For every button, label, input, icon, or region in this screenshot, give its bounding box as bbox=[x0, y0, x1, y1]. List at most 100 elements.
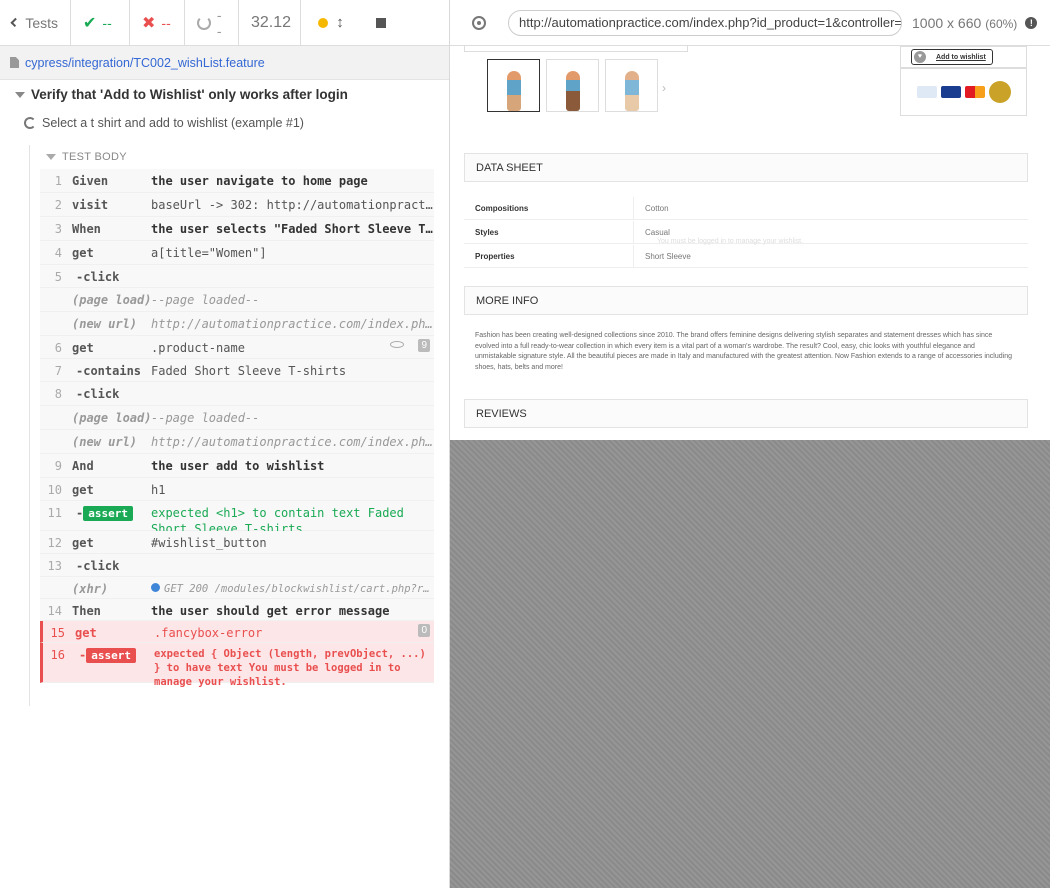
gherkin-step-row[interactable]: 14 Then the user should get error message bbox=[40, 599, 434, 621]
element-count-badge: 0 bbox=[418, 624, 430, 637]
datasheet-value: Cotton bbox=[645, 203, 669, 213]
stop-button[interactable] bbox=[361, 17, 401, 28]
command-row[interactable]: 10 get h1 bbox=[40, 478, 434, 501]
command-row[interactable]: 5 -click bbox=[40, 265, 434, 288]
command-name: (page load) bbox=[72, 411, 152, 425]
aut-panel: http://automationpractice.com/index.php?… bbox=[450, 0, 1050, 888]
tests-label: Tests bbox=[25, 14, 58, 31]
test-title-text: Select a t shirt and add to wishlist (ex… bbox=[42, 116, 304, 130]
status-dot-icon bbox=[318, 17, 329, 28]
command-name: Given bbox=[72, 174, 109, 188]
command-name: - assert bbox=[68, 505, 148, 521]
assert-badge: assert bbox=[83, 506, 133, 521]
command-message: the user add to wishlist bbox=[151, 459, 325, 473]
eye-hidden-icon bbox=[390, 341, 404, 348]
test-body-label: TEST BODY bbox=[62, 151, 127, 163]
autoscroll-toggle[interactable]: ↕ bbox=[301, 0, 361, 46]
command-number: 6 bbox=[54, 341, 62, 355]
check-icon: ✔ bbox=[83, 14, 97, 32]
spec-path-text: cypress/integration/TC002_wishList.featu… bbox=[25, 55, 265, 70]
command-number: 13 bbox=[47, 559, 62, 573]
viewport-scale: (60%) bbox=[985, 16, 1018, 31]
command-log-panel: Tests ✔ -- ✖ -- -- 32.12 ↕ cypress/integ… bbox=[0, 0, 450, 888]
pending-count: -- bbox=[216, 6, 222, 39]
info-icon[interactable]: ! bbox=[1025, 16, 1038, 29]
command-event-row[interactable]: (new url) http://automationpractice.com/i… bbox=[40, 312, 434, 336]
command-message: a[title="Women"] bbox=[151, 246, 267, 260]
moreinfo-header: MORE INFO bbox=[464, 286, 1028, 315]
command-message: the user navigate to home page bbox=[151, 174, 368, 188]
command-event-row[interactable]: (xhr) GET 200 /modules/blockwishlist/cart… bbox=[40, 577, 434, 599]
tests-button[interactable]: Tests bbox=[0, 0, 71, 46]
command-message: Faded Short Sleeve T-shirts bbox=[151, 364, 347, 378]
command-name: -click bbox=[76, 270, 120, 284]
command-name: (new url) bbox=[72, 435, 138, 449]
command-name: When bbox=[72, 222, 101, 236]
reviews-title: REVIEWS bbox=[476, 407, 527, 420]
test-body-header[interactable]: TEST BODY bbox=[46, 151, 127, 163]
command-message: #wishlist_button bbox=[151, 536, 267, 550]
paypal-icon bbox=[916, 86, 937, 98]
command-name: And bbox=[72, 459, 94, 473]
command-row[interactable]: 11- assert expected <h1> to contain text F… bbox=[40, 501, 434, 536]
url-field[interactable]: http://automationpractice.com/index.php?… bbox=[508, 9, 902, 36]
command-message: the user should get error message bbox=[151, 604, 390, 618]
visa-icon bbox=[940, 86, 961, 98]
caret-down-icon bbox=[15, 91, 25, 98]
next-arrow-icon[interactable]: › bbox=[662, 81, 666, 95]
stop-icon bbox=[376, 17, 386, 28]
url-text: http://automationpractice.com/index.php?… bbox=[519, 15, 902, 30]
viewport-info: 1000 x 660 (60%) bbox=[912, 15, 1017, 31]
thumbnail[interactable] bbox=[487, 59, 540, 112]
add-to-wishlist-button[interactable]: ♥ Add to wishlist bbox=[911, 49, 993, 65]
command-number: 3 bbox=[54, 222, 62, 236]
thumbnail[interactable] bbox=[605, 59, 658, 112]
arrows-vertical-icon: ↕ bbox=[336, 14, 344, 31]
command-row[interactable]: 8 -click bbox=[40, 382, 434, 406]
command-event-row[interactable]: (new url) http://automationpractice.com/i… bbox=[40, 430, 434, 454]
gherkin-step-row[interactable]: 3 When the user selects "Faded Short Sleev… bbox=[40, 217, 434, 241]
command-row[interactable]: 2 visit baseUrl -> 302: http://automationp… bbox=[40, 193, 434, 217]
command-message: expected { Object (length, prevObject, .… bbox=[154, 648, 426, 688]
command-row[interactable]: 4 get a[title="Women"] bbox=[40, 241, 434, 265]
selector-playground-icon[interactable] bbox=[472, 15, 486, 30]
caret-down-icon bbox=[46, 154, 56, 160]
gherkin-step-row[interactable]: 9 And the user add to wishlist bbox=[40, 454, 434, 478]
element-count-badge: 9 bbox=[418, 339, 430, 352]
datasheet-row: Properties Short Sleeve bbox=[464, 245, 1028, 268]
command-message: .fancybox-error bbox=[154, 626, 263, 640]
command-number: 2 bbox=[54, 198, 62, 212]
heart-icon: ♥ bbox=[914, 51, 926, 63]
command-row[interactable]: 7 -contains Faded Short Sleeve T-shirts bbox=[40, 359, 434, 382]
command-event-row[interactable]: (page load) --page loaded-- bbox=[40, 288, 434, 312]
command-name: -click bbox=[76, 387, 120, 401]
command-message: h1 bbox=[151, 483, 166, 497]
datasheet-header: DATA SHEET bbox=[464, 153, 1028, 182]
spec-file-path[interactable]: cypress/integration/TC002_wishList.featu… bbox=[0, 46, 449, 80]
command-row[interactable]: 16- assert expected { Object (length, prev… bbox=[40, 643, 434, 688]
secure-seal-icon bbox=[988, 81, 1011, 103]
product-image bbox=[624, 71, 639, 111]
moreinfo-title: MORE INFO bbox=[476, 294, 539, 307]
command-name: visit bbox=[72, 198, 109, 212]
command-message: http://automationpractice.com/index.php?… bbox=[151, 317, 434, 331]
command-number: 1 bbox=[54, 174, 62, 188]
command-event-row[interactable]: (page load) --page loaded-- bbox=[40, 406, 434, 430]
command-name: get bbox=[72, 483, 94, 497]
gherkin-step-row[interactable]: 1 Given the user navigate to home page bbox=[40, 169, 434, 193]
reviews-header: REVIEWS bbox=[464, 399, 1028, 428]
command-row[interactable]: 13 -click bbox=[40, 554, 434, 577]
command-number: 8 bbox=[54, 387, 62, 401]
thumbnail[interactable] bbox=[546, 59, 599, 112]
command-name: (page load) bbox=[72, 293, 152, 307]
command-message: --page loaded-- bbox=[151, 411, 260, 425]
command-row[interactable]: 6 get .product-name 9 bbox=[40, 336, 434, 359]
suite-title-text: Verify that 'Add to Wishlist' only works… bbox=[31, 87, 348, 102]
test-title[interactable]: Select a t shirt and add to wishlist (ex… bbox=[24, 116, 304, 130]
command-row[interactable]: 12 get #wishlist_button bbox=[40, 531, 434, 554]
wishlist-label: Add to wishlist bbox=[936, 53, 986, 61]
suite-title[interactable]: Verify that 'Add to Wishlist' only works… bbox=[15, 87, 348, 102]
command-message: GET 200 /modules/blockwishlist/cart.php?… bbox=[148, 581, 434, 597]
mastercard-icon bbox=[964, 86, 985, 98]
command-row[interactable]: 15 get .fancybox-error 0 bbox=[40, 621, 434, 643]
